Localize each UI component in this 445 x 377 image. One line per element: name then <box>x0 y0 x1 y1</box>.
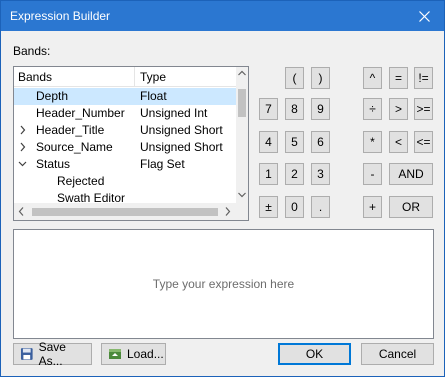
band-name: Depth <box>36 89 69 103</box>
and-button[interactable]: AND <box>389 163 433 185</box>
band-name: Status <box>36 157 71 171</box>
digit-4-button[interactable]: 4 <box>259 131 278 153</box>
band-row[interactable]: Status Flag Set <box>14 156 236 173</box>
not-equals-button[interactable]: != <box>414 67 433 89</box>
chevron-right-icon[interactable] <box>18 142 27 152</box>
load-button[interactable]: Load... <box>101 343 166 365</box>
scroll-up-arrow-icon[interactable] <box>238 70 246 76</box>
digit-6-button[interactable]: 6 <box>311 131 330 153</box>
less-equal-button[interactable]: <= <box>414 131 433 153</box>
band-row[interactable]: Rejected <box>14 173 236 190</box>
equals-button[interactable]: = <box>389 67 408 89</box>
band-type: Flag Set <box>140 157 185 171</box>
expression-placeholder: Type your expression here <box>152 277 295 291</box>
vertical-scrollbar[interactable] <box>236 67 248 203</box>
cancel-button[interactable]: Cancel <box>361 343 434 365</box>
horizontal-scrollbar[interactable] <box>14 203 236 220</box>
less-than-button[interactable]: < <box>389 131 408 153</box>
chevron-right-icon[interactable] <box>18 125 27 135</box>
band-name: Rejected <box>57 174 105 188</box>
band-type: Unsigned Short <box>140 123 223 137</box>
minus-button[interactable]: - <box>363 163 382 185</box>
greater-equal-button[interactable]: >= <box>414 98 433 120</box>
save-as-button[interactable]: Save As... <box>13 340 92 368</box>
band-type: Float <box>140 89 167 103</box>
multiply-button[interactable]: * <box>363 131 382 153</box>
horizontal-scroll-thumb[interactable] <box>32 208 218 216</box>
plus-button[interactable]: + <box>363 196 382 218</box>
open-paren-button[interactable]: ( <box>285 67 304 89</box>
close-paren-button[interactable]: ) <box>311 67 330 89</box>
digit-7-button[interactable]: 7 <box>259 98 278 120</box>
band-row[interactable]: Header_Title Unsigned Short <box>14 122 236 139</box>
chevron-down-icon[interactable] <box>18 159 27 169</box>
divide-button[interactable]: ÷ <box>363 98 382 120</box>
bands-table-header: Bands Type <box>14 67 236 87</box>
or-button[interactable]: OR <box>389 196 433 218</box>
scroll-right-arrow-icon[interactable] <box>225 207 231 216</box>
caret-button[interactable]: ^ <box>363 67 382 89</box>
expression-builder-window: Expression Builder Bands: Bands Type Dep… <box>0 0 445 377</box>
load-icon <box>109 349 121 359</box>
load-label: Load... <box>127 347 164 361</box>
bands-label: Bands: <box>13 44 51 58</box>
scroll-left-arrow-icon[interactable] <box>18 207 24 216</box>
column-header-type[interactable]: Type <box>140 70 166 84</box>
ok-button[interactable]: OK <box>278 343 351 365</box>
close-icon <box>418 10 430 22</box>
band-name: Source_Name <box>36 140 113 154</box>
digit-2-button[interactable]: 2 <box>285 163 304 185</box>
digit-5-button[interactable]: 5 <box>285 131 304 153</box>
plus-minus-button[interactable]: ± <box>259 196 278 218</box>
digit-1-button[interactable]: 1 <box>259 163 278 185</box>
save-as-label: Save As... <box>38 340 66 368</box>
band-type: Unsigned Short <box>140 140 223 154</box>
digit-8-button[interactable]: 8 <box>285 98 304 120</box>
greater-than-button[interactable]: > <box>389 98 408 120</box>
close-button[interactable] <box>404 1 444 31</box>
band-row[interactable]: Header_Number Unsigned Int <box>14 105 236 122</box>
column-header-bands[interactable]: Bands <box>18 70 52 84</box>
scrollbar-corner <box>236 203 248 220</box>
expression-input[interactable]: Type your expression here <box>13 229 434 339</box>
band-row[interactable]: Depth Float <box>14 88 236 105</box>
band-name: Header_Number <box>36 106 125 120</box>
band-type: Unsigned Int <box>140 106 208 120</box>
window-title: Expression Builder <box>10 9 111 23</box>
band-name: Header_Title <box>36 123 105 137</box>
vertical-scroll-thumb[interactable] <box>238 89 246 117</box>
decimal-point-button[interactable]: . <box>311 196 330 218</box>
digit-3-button[interactable]: 3 <box>311 163 330 185</box>
title-bar: Expression Builder <box>1 1 444 31</box>
bands-tree-table[interactable]: Bands Type Depth Float Header_Number Unsign… <box>13 66 249 221</box>
column-separator[interactable] <box>134 67 135 87</box>
band-row[interactable]: Source_Name Unsigned Short <box>14 139 236 156</box>
digit-9-button[interactable]: 9 <box>311 98 330 120</box>
floppy-disk-icon <box>20 348 33 360</box>
digit-0-button[interactable]: 0 <box>285 196 304 218</box>
scroll-down-arrow-icon[interactable] <box>238 192 246 198</box>
